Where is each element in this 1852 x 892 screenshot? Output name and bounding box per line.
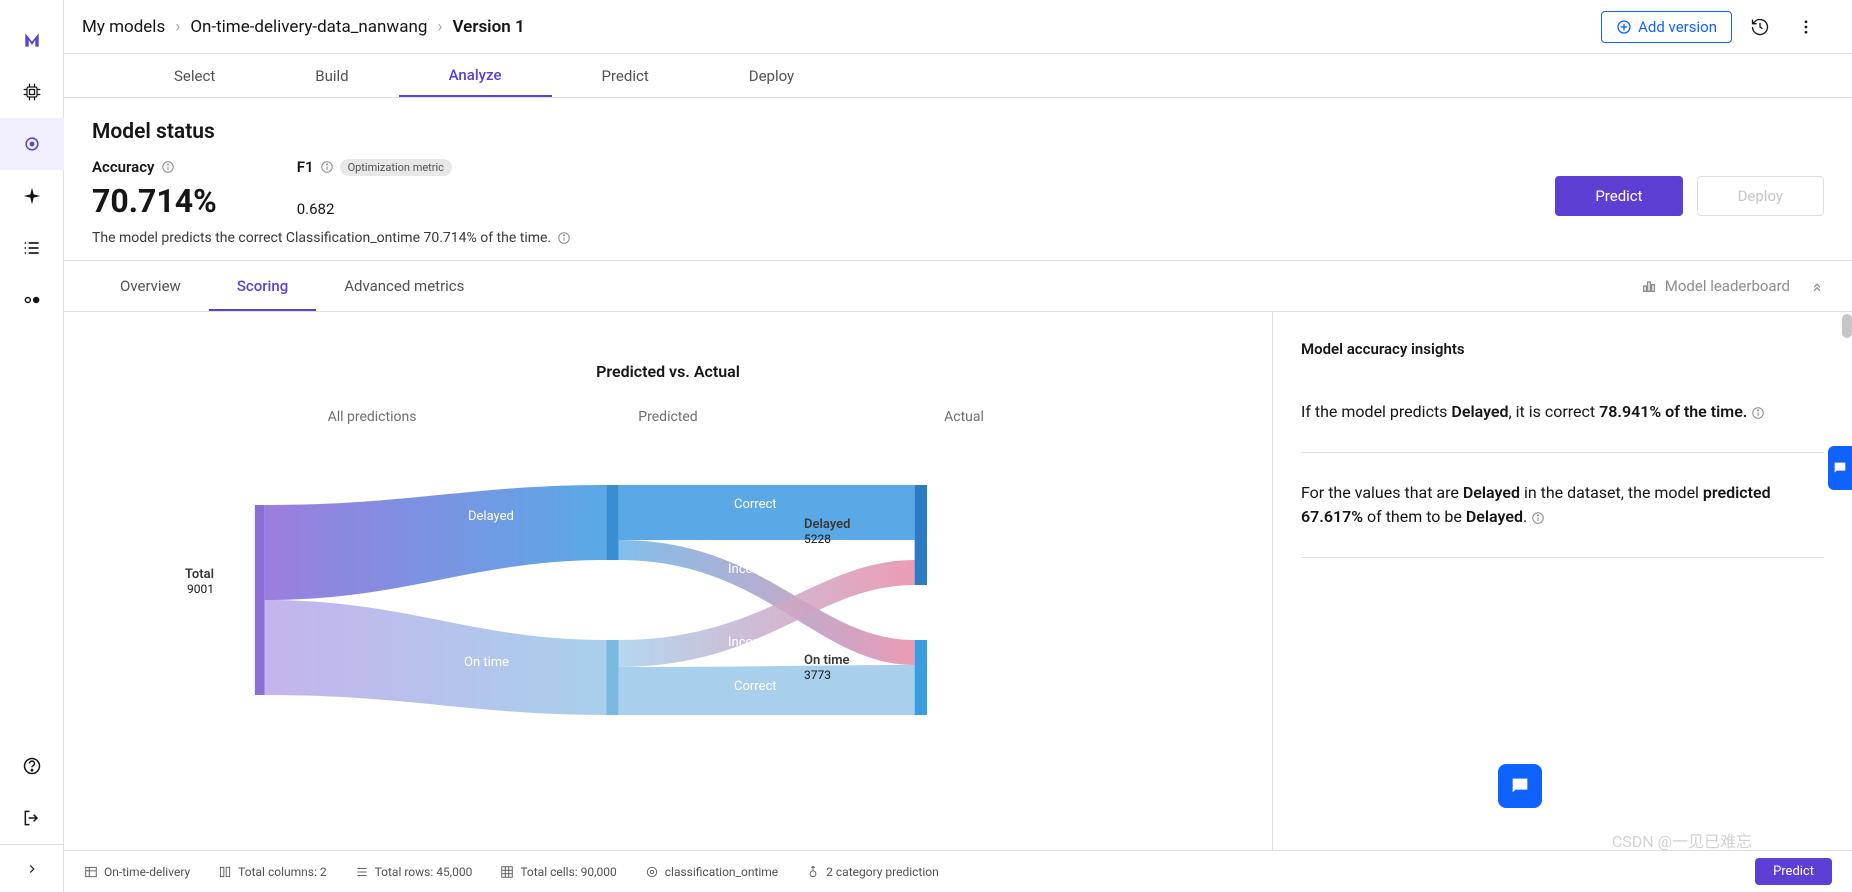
sidebar — [0, 0, 64, 892]
tab-build[interactable]: Build — [265, 54, 398, 97]
model-leaderboard-button[interactable]: Model leaderboard — [1641, 261, 1790, 311]
dataset-name: On-time-delivery — [84, 865, 190, 879]
chip-icon[interactable] — [0, 66, 64, 118]
info-icon[interactable] — [557, 231, 571, 245]
star-icon[interactable] — [0, 170, 64, 222]
status-description: The model predicts the correct Classific… — [92, 230, 551, 246]
incorrect-label: Incorrect — [728, 562, 780, 577]
tab-select[interactable]: Select — [124, 54, 265, 97]
add-version-label: Add version — [1638, 18, 1717, 36]
main-tabs: Select Build Analyze Predict Deploy — [64, 54, 1852, 98]
tab-analyze[interactable]: Analyze — [399, 54, 552, 97]
history-icon[interactable] — [1742, 9, 1778, 45]
actual-ontime-label: On time — [804, 653, 850, 668]
status-title: Model status — [92, 120, 1824, 144]
sankey-chart: Total9001 Delayed On time Correct Incorr… — [224, 465, 1112, 735]
f1-label: F1 — [297, 158, 314, 176]
chevron-icon: › — [175, 17, 180, 37]
correct-label: Correct — [734, 497, 777, 512]
predicted-ontime: On time — [464, 655, 509, 670]
actual-delayed-value: 5228 — [804, 532, 831, 546]
correct-label: Correct — [734, 679, 777, 694]
info-icon[interactable] — [161, 160, 175, 174]
deploy-button[interactable]: Deploy — [1697, 176, 1824, 216]
total-cells: Total cells: 90,000 — [500, 865, 616, 879]
col-actual: Actual — [816, 409, 1112, 425]
predicted-delayed: Delayed — [468, 509, 514, 524]
chevron-icon: › — [437, 17, 442, 37]
target-column: classification_ontime — [645, 865, 778, 879]
chart-title: Predicted vs. Actual — [64, 362, 1272, 381]
tab-deploy[interactable]: Deploy — [699, 54, 844, 97]
breadcrumb: My models › On-time-delivery-data_nanwan… — [82, 17, 525, 37]
collapse-icon[interactable] — [0, 844, 64, 892]
insights-pane: Model accuracy insights If the model pre… — [1272, 312, 1852, 850]
subtab-scoring[interactable]: Scoring — [209, 261, 316, 311]
accuracy-label: Accuracy — [92, 158, 155, 176]
sub-tabs: Overview Scoring Advanced metrics Model … — [64, 260, 1852, 312]
predict-button[interactable]: Predict — [1555, 176, 1682, 216]
insights-title: Model accuracy insights — [1301, 340, 1824, 358]
more-icon[interactable] — [1788, 9, 1824, 45]
scrollbar[interactable] — [1842, 314, 1852, 338]
breadcrumb-version[interactable]: Version 1 — [453, 17, 525, 37]
add-version-button[interactable]: Add version — [1601, 11, 1732, 43]
info-icon[interactable] — [1531, 511, 1545, 525]
chat-fab[interactable] — [1498, 764, 1542, 808]
leaderboard-label: Model leaderboard — [1665, 277, 1790, 295]
total-columns: Total columns: 2 — [218, 865, 326, 879]
side-chat-icon[interactable] — [1828, 446, 1852, 490]
actual-ontime-value: 3773 — [804, 668, 831, 682]
accuracy-value: 70.714% — [92, 182, 217, 220]
incorrect-label: Incorrect — [728, 635, 780, 650]
logout-icon[interactable] — [0, 792, 64, 844]
subtab-overview[interactable]: Overview — [92, 261, 209, 311]
prediction-type: 2 category prediction — [806, 865, 939, 879]
model-status-section: Model status Accuracy 70.714% F1 Optimiz… — [64, 98, 1852, 260]
insight-2: For the values that are Delayed in the d… — [1301, 467, 1824, 558]
toggle-icon[interactable] — [0, 274, 64, 326]
topbar: My models › On-time-delivery-data_nanwan… — [64, 0, 1852, 54]
total-rows: Total rows: 45,000 — [355, 865, 473, 879]
actual-delayed-label: Delayed — [804, 517, 850, 532]
list-icon[interactable] — [0, 222, 64, 274]
subtab-advanced[interactable]: Advanced metrics — [316, 261, 492, 311]
breadcrumb-project[interactable]: On-time-delivery-data_nanwang — [190, 17, 427, 37]
chart-pane: Predicted vs. Actual All predictions Pre… — [64, 312, 1272, 850]
col-predicted: Predicted — [520, 409, 816, 425]
total-value: 9001 — [187, 582, 214, 596]
analyze-icon[interactable] — [0, 118, 64, 170]
f1-value: 0.682 — [297, 200, 452, 218]
info-icon[interactable] — [1751, 406, 1765, 420]
predict-button-bottom[interactable]: Predict — [1755, 858, 1832, 885]
logo-icon[interactable] — [0, 14, 64, 66]
tab-predict[interactable]: Predict — [552, 54, 699, 97]
help-icon[interactable] — [0, 740, 64, 792]
bottom-bar: On-time-delivery Total columns: 2 Total … — [64, 850, 1852, 892]
optimization-badge: Optimization metric — [340, 159, 452, 176]
total-label: Total — [164, 567, 214, 582]
breadcrumb-root[interactable]: My models — [82, 17, 165, 37]
info-icon[interactable] — [320, 160, 334, 174]
expand-icon[interactable] — [1810, 261, 1824, 311]
insight-1: If the model predicts Delayed, it is cor… — [1301, 386, 1824, 453]
col-all-predictions: All predictions — [224, 409, 520, 425]
